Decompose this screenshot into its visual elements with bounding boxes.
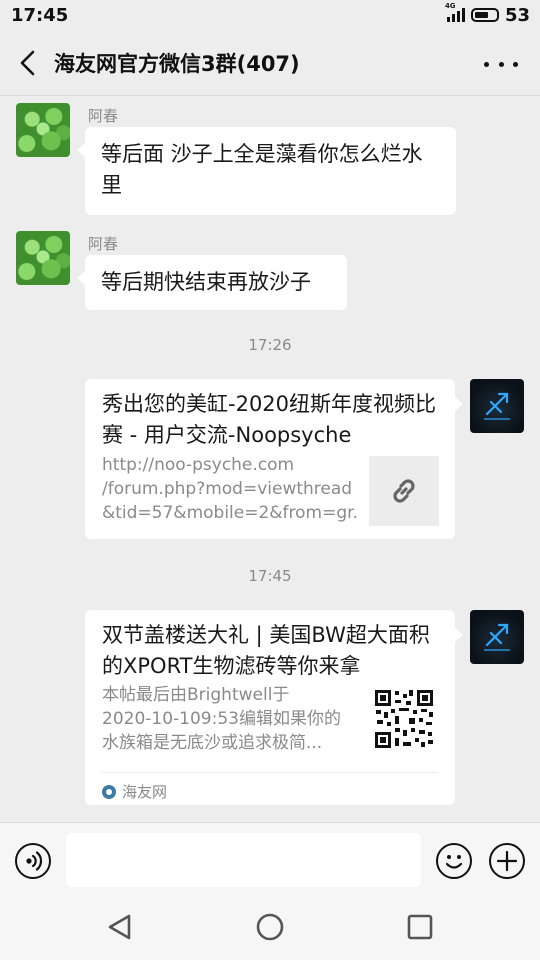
card-source: 海友网 [102, 772, 438, 802]
back-button[interactable] [12, 46, 46, 80]
card-desc-line: 本帖最后由Brightwell于 [102, 685, 290, 705]
message-bubble[interactable]: 等后期快结束再放沙子 [77, 255, 347, 310]
card-desc-line: 2020-10-109:53编辑如果你的 [102, 709, 341, 729]
link-card[interactable]: 秀出您的美缸-2020纽斯年度视频比赛 - 用户交流-Noopsyche htt… [85, 379, 463, 539]
message-bubble[interactable]: 等后面 沙子上全是藻看你怎么烂水里 [77, 127, 456, 215]
nav-back-button[interactable] [105, 912, 135, 942]
battery-level: 53 [504, 4, 530, 26]
avatar[interactable] [16, 231, 70, 285]
status-icons: 4G 53 [445, 2, 530, 26]
card-thumbnail [369, 456, 439, 526]
battery-icon [470, 8, 499, 22]
emoji-icon [445, 855, 463, 869]
network-type: 4G [444, 2, 456, 10]
sender-name: 阿春 [88, 235, 119, 253]
card-desc-line: 水族箱是无底沙或追求极简... [102, 733, 323, 753]
nav-recent-apps-button[interactable] [405, 912, 435, 942]
avatar[interactable] [470, 379, 524, 433]
timestamp: 17:26 [248, 336, 292, 354]
message-list[interactable]: 阿春 等后面 沙子上全是藻看你怎么烂水里 阿春 等后期快结束再放沙子 17:26… [0, 96, 540, 822]
timestamp: 17:45 [248, 567, 292, 585]
qr-code-icon [373, 688, 435, 750]
circle-home-icon [256, 913, 284, 941]
card-desc-line: &tid=57&mobile=2&from=gr... [102, 503, 357, 523]
card-title: 双节盖楼送大礼 | 美国BW超大面积的XPORT生物滤砖等你来拿 [102, 623, 430, 678]
sender-name: 阿春 [88, 107, 119, 125]
input-bar [0, 822, 540, 896]
card-title: 秀出您的美缸-2020纽斯年度视频比赛 - 用户交流-Noopsyche [102, 392, 437, 447]
sagittarius-logo-icon [484, 623, 510, 651]
chat-title: 海友网官方微信3群(407) [54, 52, 300, 76]
card-desc-line: http://noo-psyche.com [102, 455, 295, 475]
link-card[interactable]: 双节盖楼送大礼 | 美国BW超大面积的XPORT生物滤砖等你来拿 本帖最后由Br… [85, 610, 463, 805]
sagittarius-logo-icon [484, 392, 510, 420]
avatar[interactable] [16, 103, 70, 157]
chevron-left-icon [20, 50, 35, 76]
message-input[interactable] [66, 833, 421, 887]
square-recent-icon [407, 914, 433, 940]
plus-icon [496, 850, 518, 872]
avatar[interactable] [470, 610, 524, 664]
system-nav-bar [0, 896, 540, 960]
nav-home-button[interactable] [255, 912, 285, 942]
card-desc-line: /forum.php?mod=viewthread [102, 479, 353, 499]
more-dots-icon [484, 61, 489, 67]
signal-icon: 4G [445, 2, 465, 22]
chat-header: 海友网官方微信3群(407) [0, 30, 540, 96]
triangle-back-icon [108, 914, 131, 940]
voice-button[interactable] [15, 843, 51, 879]
source-logo-icon [102, 784, 116, 799]
status-time: 17:45 [11, 5, 69, 26]
source-name: 海友网 [122, 783, 168, 801]
voice-icon [26, 851, 43, 871]
link-icon [393, 479, 415, 503]
emoji-button[interactable] [436, 843, 472, 879]
status-bar: 17:45 4G 53 [0, 0, 540, 30]
more-options-button[interactable] [484, 52, 518, 76]
more-functions-button[interactable] [489, 843, 525, 879]
qr-code-graphic [375, 690, 433, 748]
